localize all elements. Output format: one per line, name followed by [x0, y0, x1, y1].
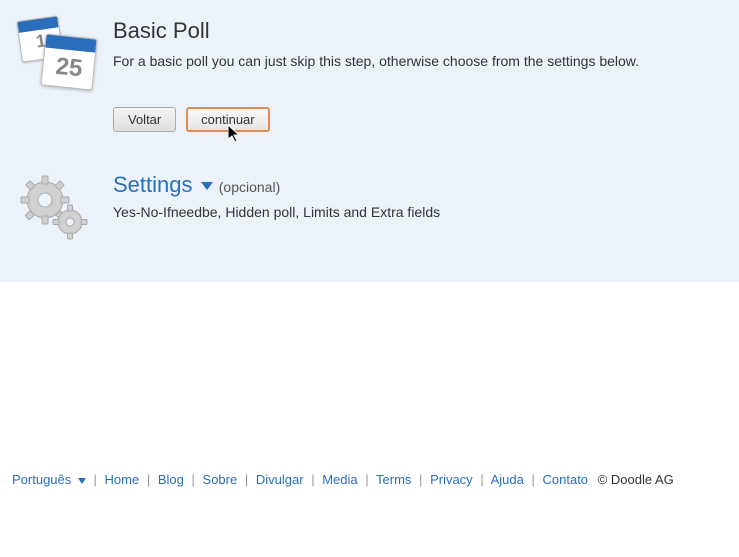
- content-area: 1 25 Basic Poll For a basic poll you can…: [0, 0, 739, 282]
- footer: Português | Home | Blog | Sobre | Divulg…: [0, 457, 686, 502]
- continue-button[interactable]: continuar: [186, 107, 269, 132]
- footer-link-privacy[interactable]: Privacy: [430, 472, 473, 487]
- settings-link[interactable]: Settings: [113, 172, 213, 197]
- basic-poll-title: Basic Poll: [113, 18, 724, 44]
- footer-link-sobre[interactable]: Sobre: [203, 472, 238, 487]
- footer-link-contato[interactable]: Contato: [543, 472, 589, 487]
- basic-poll-section: 1 25 Basic Poll For a basic poll you can…: [15, 18, 724, 132]
- settings-title-row: Settings (opcional): [113, 172, 724, 198]
- settings-section: Settings (opcional) Yes-No-Ifneedbe, Hid…: [15, 172, 724, 242]
- footer-link-media[interactable]: Media: [322, 472, 357, 487]
- settings-optional: (opcional): [219, 179, 280, 195]
- footer-link-divulgar[interactable]: Divulgar: [256, 472, 304, 487]
- gear-icon-col: [15, 172, 113, 242]
- calendar-icon-col: 1 25: [15, 18, 113, 88]
- chevron-down-icon: [201, 182, 213, 190]
- chevron-down-icon: [78, 478, 86, 484]
- gear-icon: [15, 172, 95, 242]
- calendar-icon: 1 25: [15, 18, 95, 88]
- settings-description: Yes-No-Ifneedbe, Hidden poll, Limits and…: [113, 204, 724, 220]
- basic-poll-description: For a basic poll you can just skip this …: [113, 52, 724, 72]
- footer-link-terms[interactable]: Terms: [376, 472, 411, 487]
- footer-link-ajuda[interactable]: Ajuda: [491, 472, 524, 487]
- back-button[interactable]: Voltar: [113, 107, 176, 132]
- footer-link-home[interactable]: Home: [105, 472, 140, 487]
- footer-link-blog[interactable]: Blog: [158, 472, 184, 487]
- settings-text: Settings (opcional) Yes-No-Ifneedbe, Hid…: [113, 172, 724, 220]
- copyright: © Doodle AG: [598, 472, 674, 487]
- button-row: Voltar continuar: [113, 107, 724, 132]
- basic-poll-text: Basic Poll For a basic poll you can just…: [113, 18, 724, 132]
- language-selector[interactable]: Português: [12, 472, 86, 487]
